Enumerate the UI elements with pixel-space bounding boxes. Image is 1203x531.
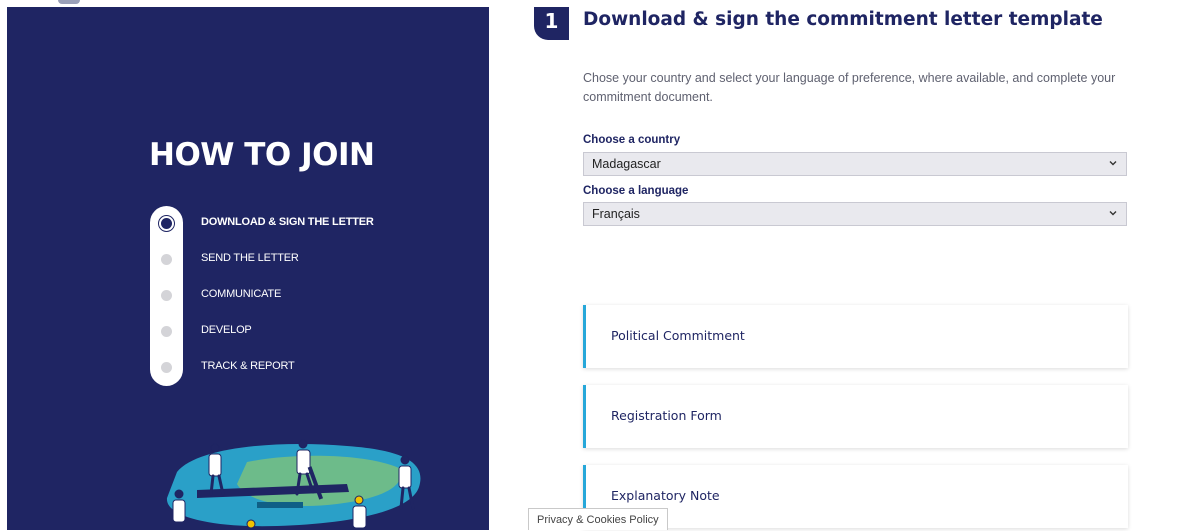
document-card-label: Explanatory Note (611, 488, 720, 503)
step-develop[interactable]: DEVELOP (7, 321, 327, 341)
privacy-cookies-link[interactable]: Privacy & Cookies Policy (528, 508, 668, 530)
step-label: DOWNLOAD & SIGN THE LETTER (201, 216, 374, 228)
step-label: SEND THE LETTER (201, 252, 299, 264)
step-number-badge: 1 (534, 7, 569, 40)
country-select-value: Madagascar (592, 157, 661, 171)
step-dot-icon (161, 254, 172, 265)
language-label: Choose a language (583, 185, 689, 197)
document-card-registration-form[interactable]: Registration Form (583, 385, 1128, 448)
step-track-report[interactable]: TRACK & REPORT (7, 357, 327, 377)
document-card-label: Registration Form (611, 408, 722, 423)
chevron-down-icon (1109, 211, 1117, 216)
document-card-label: Political Commitment (611, 328, 745, 343)
main-content: 1 Download & sign the commitment letter … (489, 7, 1203, 530)
language-select-value: Français (592, 207, 640, 221)
sidebar-title: HOW TO JOIN (149, 137, 375, 173)
step-label: DEVELOP (201, 324, 252, 336)
step-download-sign[interactable]: DOWNLOAD & SIGN THE LETTER (7, 213, 374, 233)
step-send-letter[interactable]: SEND THE LETTER (7, 249, 327, 269)
top-bar (0, 0, 1203, 7)
section-heading: Download & sign the commitment letter te… (583, 9, 1103, 30)
step-label: TRACK & REPORT (201, 360, 295, 372)
language-select[interactable]: Français (583, 202, 1127, 226)
step-dot-icon (161, 326, 172, 337)
step-dot-active-icon (161, 218, 172, 229)
team-building-illustration-icon (166, 439, 421, 529)
country-select[interactable]: Madagascar (583, 152, 1127, 176)
chevron-down-icon (1109, 161, 1117, 166)
step-label: COMMUNICATE (201, 288, 282, 300)
document-card-political-commitment[interactable]: Political Commitment (583, 305, 1128, 368)
intro-text: Chose your country and select your langu… (583, 71, 1116, 104)
country-label: Choose a country (583, 134, 681, 146)
step-communicate[interactable]: COMMUNICATE (7, 285, 327, 305)
step-dot-icon (161, 362, 172, 373)
logo-fragment (58, 0, 80, 4)
step-dot-icon (161, 290, 172, 301)
how-to-join-sidebar: HOW TO JOIN DOWNLOAD & SIGN THE LETTER S… (7, 7, 489, 530)
